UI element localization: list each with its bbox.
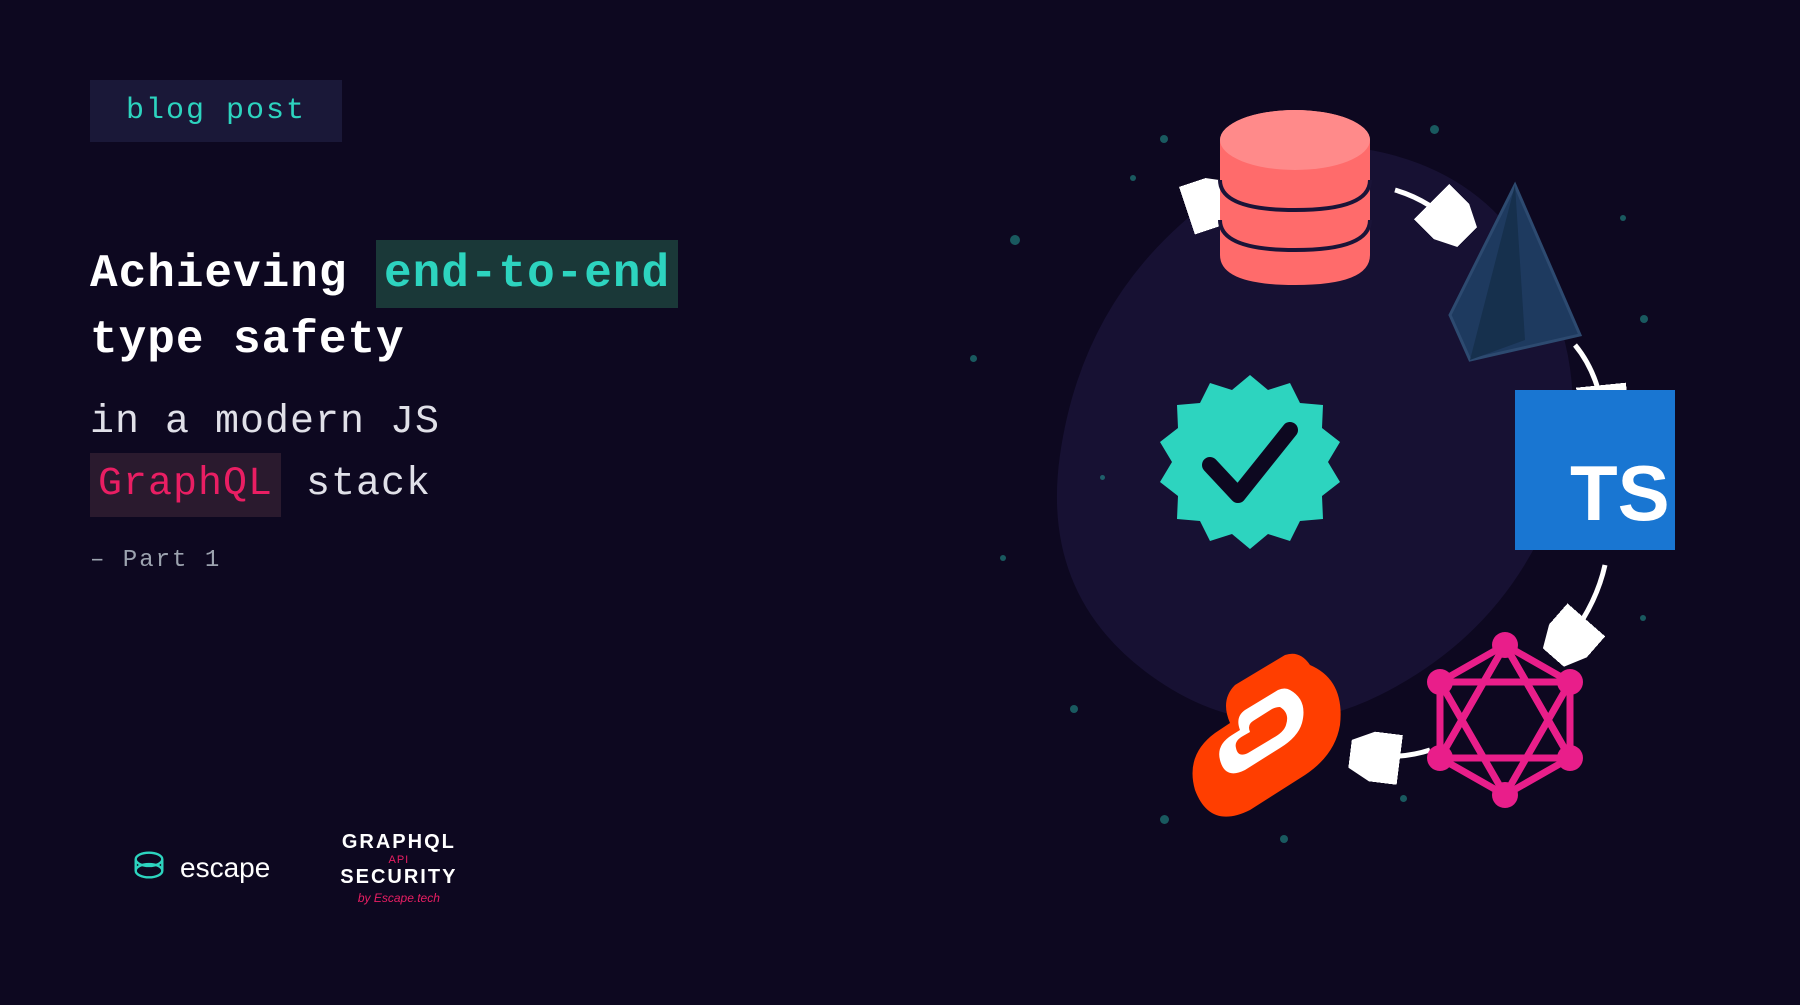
escape-brand-name: escape <box>180 852 270 884</box>
part-label: – Part 1 <box>90 547 678 574</box>
subtitle-suffix: stack <box>281 462 431 507</box>
escape-icon <box>130 846 168 891</box>
prisma-icon <box>1440 175 1590 370</box>
tech-cycle-illustration: TS <box>920 55 1740 875</box>
brand-logos: escape GRAPHQL API SECURITY by Escape.te… <box>130 831 457 905</box>
gs-api-text: API <box>388 854 409 866</box>
subtitle-line1: in a modern JS <box>90 400 440 445</box>
gs-graphql-text: GRAPHQL <box>342 831 456 854</box>
escape-logo: escape <box>130 846 270 891</box>
database-icon <box>1210 105 1380 300</box>
headline-highlight-teal: end-to-end <box>376 240 678 308</box>
gs-by-text: by Escape.tech <box>358 891 440 905</box>
headline-bold-text: Achieving end-to-end type safety <box>90 240 678 373</box>
headline-block: Achieving end-to-end type safety in a mo… <box>90 240 678 574</box>
gs-security-text: SECURITY <box>340 866 457 889</box>
blog-post-badge: blog post <box>90 80 342 142</box>
headline-prefix: Achieving <box>90 248 376 300</box>
subtitle-highlight-pink: GraphQL <box>90 453 281 517</box>
svelte-icon <box>1180 645 1350 850</box>
headline-line2: type safety <box>90 314 405 366</box>
headline-subtitle: in a modern JS GraphQL stack <box>90 393 678 517</box>
svg-text:TS: TS <box>1570 449 1670 537</box>
typescript-icon: TS <box>1510 385 1680 560</box>
check-badge-icon <box>1150 365 1350 570</box>
graphql-icon <box>1425 630 1585 815</box>
graphql-security-logo: GRAPHQL API SECURITY by Escape.tech <box>340 831 457 905</box>
